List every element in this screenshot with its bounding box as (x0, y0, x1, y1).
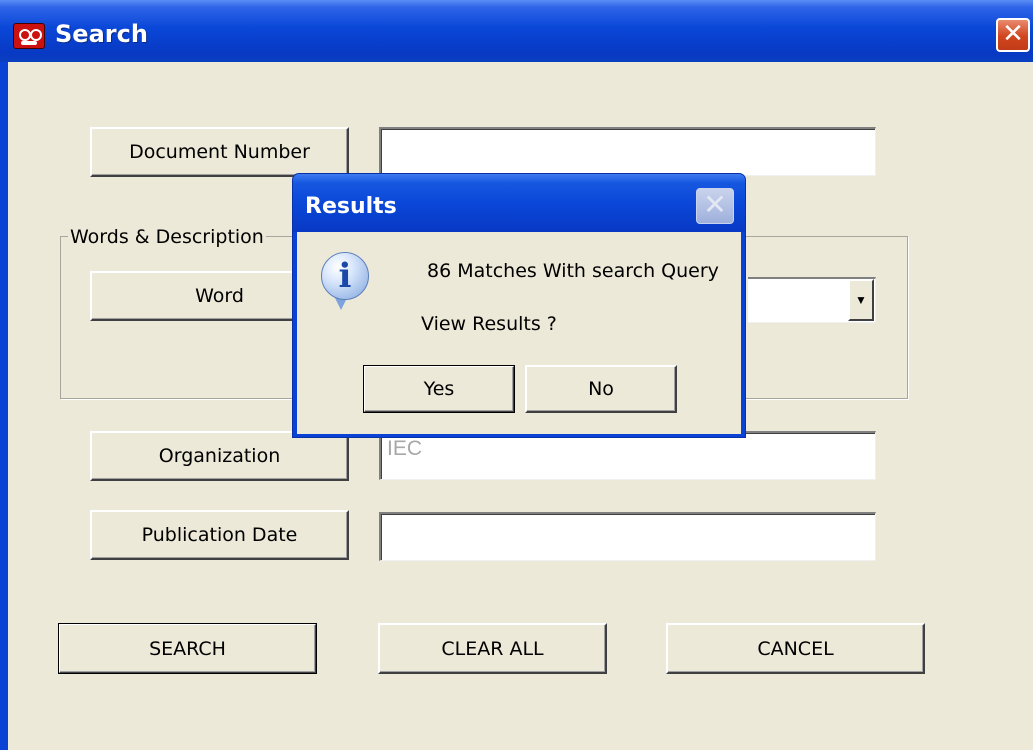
results-dialog-body: i 86 Matches With search Query View Resu… (297, 232, 741, 434)
results-dialog: Results ✕ i 86 Matches With search Query… (292, 173, 746, 438)
info-icon: i (321, 252, 369, 300)
search-window: Search ✕ Document Number Words & Descrip… (0, 0, 1033, 750)
document-number-button[interactable]: Document Number (90, 127, 349, 177)
results-dialog-title: Results (305, 194, 397, 219)
organization-field[interactable]: IEC (379, 431, 876, 480)
yes-button[interactable]: Yes (363, 365, 515, 413)
publication-date-button[interactable]: Publication Date (90, 510, 349, 560)
document-number-field[interactable] (379, 127, 876, 176)
results-message: 86 Matches With search Query (427, 260, 719, 282)
combo-dropdown-arrow-icon[interactable]: ▼ (848, 279, 874, 321)
no-button[interactable]: No (525, 365, 677, 413)
window-title: Search (55, 20, 148, 48)
words-description-group-label: Words & Description (68, 226, 266, 248)
app-icon (13, 23, 45, 49)
results-dialog-title-bar[interactable]: Results ✕ (293, 174, 745, 232)
title-bar[interactable]: Search ✕ (0, 0, 1033, 62)
search-button[interactable]: SEARCH (58, 623, 317, 674)
publication-date-field[interactable] (379, 512, 876, 561)
cancel-button[interactable]: CANCEL (666, 623, 925, 674)
results-dialog-close-icon[interactable]: ✕ (696, 188, 734, 224)
window-close-button[interactable]: ✕ (996, 18, 1030, 52)
view-results-question: View Results ? (421, 313, 557, 335)
organization-button[interactable]: Organization (90, 431, 349, 481)
clear-all-button[interactable]: CLEAR ALL (378, 623, 607, 674)
